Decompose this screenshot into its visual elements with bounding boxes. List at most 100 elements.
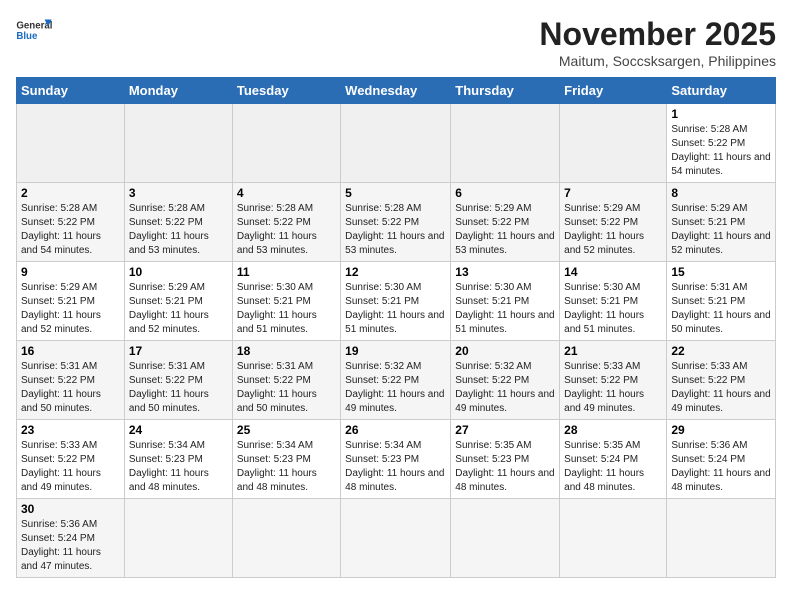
day-info: Sunrise: 5:33 AM Sunset: 5:22 PM Dayligh… — [671, 360, 771, 416]
day-info: Sunrise: 5:29 AM Sunset: 5:22 PM Dayligh… — [455, 202, 555, 258]
day-info: Sunrise: 5:30 AM Sunset: 5:21 PM Dayligh… — [237, 281, 336, 337]
daylight-text: Daylight: 11 hours and 48 minutes. — [129, 468, 209, 493]
daylight-text: Daylight: 11 hours and 50 minutes. — [129, 389, 209, 414]
daylight-text: Daylight: 11 hours and 49 minutes. — [671, 389, 770, 414]
weekday-header-row: Sunday Monday Tuesday Wednesday Thursday… — [17, 78, 776, 104]
sunset-text: Sunset: 5:22 PM — [237, 217, 311, 228]
calendar-day-cell: 23 Sunrise: 5:33 AM Sunset: 5:22 PM Dayl… — [17, 420, 125, 499]
daylight-text: Daylight: 11 hours and 52 minutes. — [671, 231, 770, 256]
sunrise-text: Sunrise: 5:28 AM — [129, 203, 205, 214]
day-number: 19 — [345, 344, 446, 358]
day-number: 9 — [21, 265, 120, 279]
day-number: 7 — [564, 186, 662, 200]
sunrise-text: Sunrise: 5:36 AM — [671, 440, 747, 451]
day-number: 1 — [671, 107, 771, 121]
calendar-day-cell: 20 Sunrise: 5:32 AM Sunset: 5:22 PM Dayl… — [451, 341, 560, 420]
location-subtitle: Maitum, Soccsksargen, Philippines — [539, 53, 776, 69]
sunset-text: Sunset: 5:22 PM — [345, 375, 419, 386]
daylight-text: Daylight: 11 hours and 51 minutes. — [455, 310, 554, 335]
day-number: 22 — [671, 344, 771, 358]
sunrise-text: Sunrise: 5:33 AM — [21, 440, 97, 451]
calendar-day-cell: 4 Sunrise: 5:28 AM Sunset: 5:22 PM Dayli… — [232, 183, 340, 262]
calendar-week-row: 9 Sunrise: 5:29 AM Sunset: 5:21 PM Dayli… — [17, 262, 776, 341]
sunset-text: Sunset: 5:21 PM — [671, 296, 745, 307]
day-number: 5 — [345, 186, 446, 200]
daylight-text: Daylight: 11 hours and 48 minutes. — [237, 468, 317, 493]
daylight-text: Daylight: 11 hours and 52 minutes. — [129, 310, 209, 335]
day-info: Sunrise: 5:32 AM Sunset: 5:22 PM Dayligh… — [455, 360, 555, 416]
daylight-text: Daylight: 11 hours and 47 minutes. — [21, 547, 101, 572]
calendar-day-cell — [451, 499, 560, 578]
sunrise-text: Sunrise: 5:30 AM — [345, 282, 421, 293]
sunset-text: Sunset: 5:23 PM — [237, 454, 311, 465]
day-number: 12 — [345, 265, 446, 279]
calendar-day-cell — [667, 499, 776, 578]
sunset-text: Sunset: 5:22 PM — [564, 375, 638, 386]
sunset-text: Sunset: 5:23 PM — [455, 454, 529, 465]
sunset-text: Sunset: 5:24 PM — [671, 454, 745, 465]
sunset-text: Sunset: 5:21 PM — [237, 296, 311, 307]
header-tuesday: Tuesday — [232, 78, 340, 104]
sunrise-text: Sunrise: 5:31 AM — [671, 282, 747, 293]
header-saturday: Saturday — [667, 78, 776, 104]
sunrise-text: Sunrise: 5:35 AM — [564, 440, 640, 451]
sunrise-text: Sunrise: 5:28 AM — [345, 203, 421, 214]
day-info: Sunrise: 5:33 AM Sunset: 5:22 PM Dayligh… — [564, 360, 662, 416]
day-number: 27 — [455, 423, 555, 437]
sunrise-text: Sunrise: 5:29 AM — [21, 282, 97, 293]
sunset-text: Sunset: 5:21 PM — [21, 296, 95, 307]
day-info: Sunrise: 5:30 AM Sunset: 5:21 PM Dayligh… — [564, 281, 662, 337]
header-friday: Friday — [560, 78, 667, 104]
header-monday: Monday — [124, 78, 232, 104]
day-info: Sunrise: 5:36 AM Sunset: 5:24 PM Dayligh… — [21, 518, 120, 574]
day-number: 14 — [564, 265, 662, 279]
day-number: 25 — [237, 423, 336, 437]
day-info: Sunrise: 5:32 AM Sunset: 5:22 PM Dayligh… — [345, 360, 446, 416]
sunrise-text: Sunrise: 5:31 AM — [21, 361, 97, 372]
header-sunday: Sunday — [17, 78, 125, 104]
sunset-text: Sunset: 5:22 PM — [455, 217, 529, 228]
calendar-day-cell: 6 Sunrise: 5:29 AM Sunset: 5:22 PM Dayli… — [451, 183, 560, 262]
day-info: Sunrise: 5:33 AM Sunset: 5:22 PM Dayligh… — [21, 439, 120, 495]
sunrise-text: Sunrise: 5:36 AM — [21, 519, 97, 530]
calendar-week-row: 30 Sunrise: 5:36 AM Sunset: 5:24 PM Dayl… — [17, 499, 776, 578]
calendar-day-cell: 12 Sunrise: 5:30 AM Sunset: 5:21 PM Dayl… — [341, 262, 451, 341]
day-info: Sunrise: 5:35 AM Sunset: 5:23 PM Dayligh… — [455, 439, 555, 495]
calendar-day-cell: 1 Sunrise: 5:28 AM Sunset: 5:22 PM Dayli… — [667, 104, 776, 183]
calendar-week-row: 1 Sunrise: 5:28 AM Sunset: 5:22 PM Dayli… — [17, 104, 776, 183]
day-info: Sunrise: 5:28 AM Sunset: 5:22 PM Dayligh… — [129, 202, 228, 258]
daylight-text: Daylight: 11 hours and 50 minutes. — [671, 310, 770, 335]
daylight-text: Daylight: 11 hours and 51 minutes. — [564, 310, 644, 335]
daylight-text: Daylight: 11 hours and 51 minutes. — [237, 310, 317, 335]
daylight-text: Daylight: 11 hours and 51 minutes. — [345, 310, 444, 335]
day-number: 16 — [21, 344, 120, 358]
calendar-day-cell: 2 Sunrise: 5:28 AM Sunset: 5:22 PM Dayli… — [17, 183, 125, 262]
sunrise-text: Sunrise: 5:30 AM — [564, 282, 640, 293]
day-info: Sunrise: 5:30 AM Sunset: 5:21 PM Dayligh… — [345, 281, 446, 337]
daylight-text: Daylight: 11 hours and 52 minutes. — [21, 310, 101, 335]
sunrise-text: Sunrise: 5:29 AM — [455, 203, 531, 214]
sunrise-text: Sunrise: 5:34 AM — [129, 440, 205, 451]
sunrise-text: Sunrise: 5:28 AM — [21, 203, 97, 214]
calendar-day-cell — [451, 104, 560, 183]
day-number: 26 — [345, 423, 446, 437]
sunrise-text: Sunrise: 5:34 AM — [237, 440, 313, 451]
day-info: Sunrise: 5:29 AM Sunset: 5:22 PM Dayligh… — [564, 202, 662, 258]
day-info: Sunrise: 5:28 AM Sunset: 5:22 PM Dayligh… — [237, 202, 336, 258]
sunrise-text: Sunrise: 5:33 AM — [564, 361, 640, 372]
calendar-day-cell — [341, 499, 451, 578]
daylight-text: Daylight: 11 hours and 48 minutes. — [564, 468, 644, 493]
sunset-text: Sunset: 5:22 PM — [21, 454, 95, 465]
calendar-day-cell: 13 Sunrise: 5:30 AM Sunset: 5:21 PM Dayl… — [451, 262, 560, 341]
calendar-day-cell: 19 Sunrise: 5:32 AM Sunset: 5:22 PM Dayl… — [341, 341, 451, 420]
day-number: 30 — [21, 502, 120, 516]
svg-text:Blue: Blue — [16, 31, 38, 42]
day-number: 10 — [129, 265, 228, 279]
day-info: Sunrise: 5:31 AM Sunset: 5:22 PM Dayligh… — [21, 360, 120, 416]
calendar-day-cell: 3 Sunrise: 5:28 AM Sunset: 5:22 PM Dayli… — [124, 183, 232, 262]
daylight-text: Daylight: 11 hours and 54 minutes. — [671, 152, 770, 177]
header-thursday: Thursday — [451, 78, 560, 104]
daylight-text: Daylight: 11 hours and 49 minutes. — [455, 389, 554, 414]
sunrise-text: Sunrise: 5:30 AM — [237, 282, 313, 293]
day-info: Sunrise: 5:31 AM Sunset: 5:22 PM Dayligh… — [129, 360, 228, 416]
